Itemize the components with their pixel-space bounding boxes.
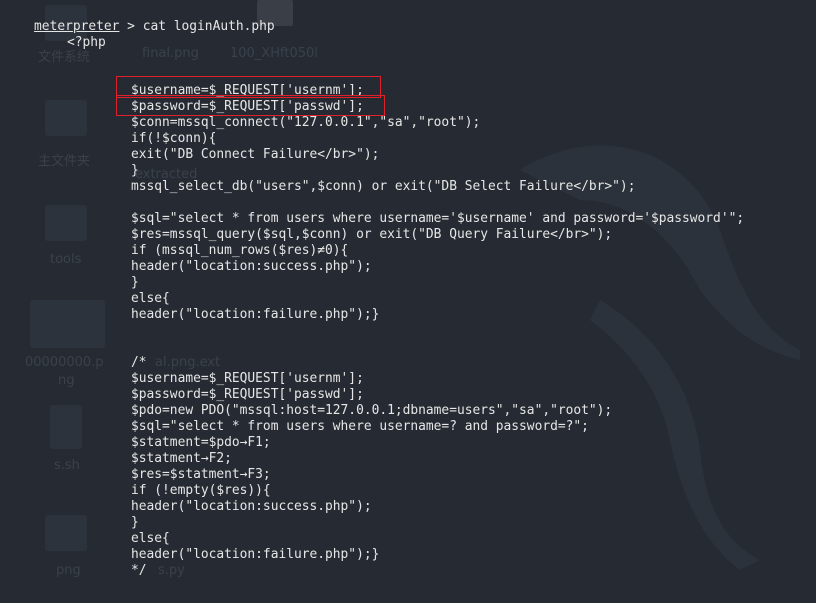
code-line: $sql="select * from users where username… [131,419,589,434]
code-line: $sql="select * from users where username… [131,211,745,226]
code-line: */ [131,563,147,578]
code-line: $statment=$pdo→F1; [131,435,271,450]
code-line: mssql_select_db("users",$conn) or exit("… [131,179,636,194]
code-line: if(!$conn){ [131,131,217,146]
code-line: $conn=mssql_connect("127.0.0.1","sa","ro… [131,115,481,130]
code-line: <?php [67,35,106,50]
code-line: if (!empty($res)){ [131,483,271,498]
code-line: header("location:success.php"); [131,259,372,274]
code-line: if (mssql_num_rows($res)≠0){ [131,243,349,258]
code-line: else{ [131,291,170,306]
code-line: $res=mssql_query($sql,$conn) or exit("DB… [131,227,613,242]
code-line: $password=$_REQUEST['passwd']; [131,99,364,114]
code-line: exit("DB Connect Failure</br>"); [131,147,380,162]
code-line: } [131,515,139,530]
code-line: } [131,163,139,178]
command-text: cat loginAuth.php [142,19,275,34]
code-line: $username=$_REQUEST['usernm']; [131,83,364,98]
code-line: /* [131,355,147,370]
code-line: header("location:failure.php");} [131,547,380,562]
prompt-name: meterpreter [34,19,120,34]
code-line: else{ [131,531,170,546]
code-line: $username=$_REQUEST['usernm']; [131,371,364,386]
code-line: header("location:failure.php");} [131,307,380,322]
code-line: $res=$statment→F3; [131,467,271,482]
code-line: header("location:success.php"); [131,499,372,514]
code-line: } [131,275,139,290]
terminal-output[interactable]: meterpreter > cat loginAuth.php <?php $u… [0,0,816,603]
code-line: $statment→F2; [131,451,232,466]
prompt-line: meterpreter > cat loginAuth.php [3,3,275,51]
code-line: $password=$_REQUEST['passwd']; [131,387,364,402]
prompt-symbol: > [119,19,143,34]
code-line: $pdo=new PDO("mssql:host=127.0.0.1;dbnam… [131,403,613,418]
